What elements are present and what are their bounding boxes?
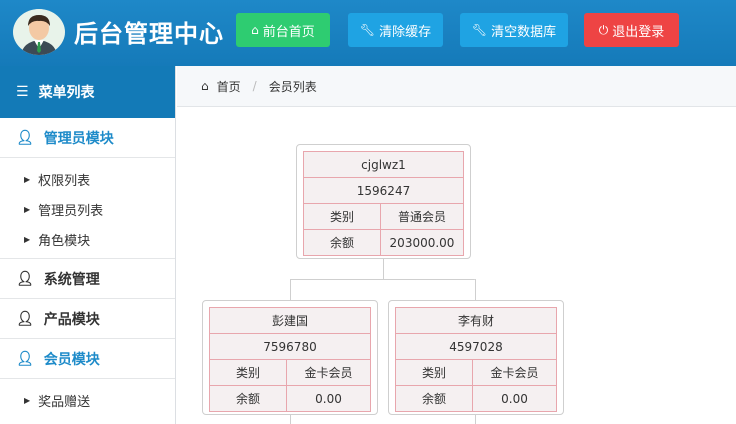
clear-database-label: 清空数据库	[491, 24, 557, 40]
tree-connector	[383, 259, 384, 279]
balance-value: 0.00	[286, 385, 371, 412]
logout-button[interactable]: ⏻ 退出登录	[584, 13, 679, 47]
tree-node-child[interactable]: 彭建国 7596780 类别 金卡会员 余额 0.00	[202, 300, 378, 415]
caret-right-icon: ▶	[24, 234, 31, 244]
sidebar-section-admin[interactable]: 👤︎ 管理员模块	[0, 118, 175, 158]
sidebar-section-label: 系统管理	[43, 271, 100, 288]
balance-label: 余额	[303, 229, 381, 256]
wrench-icon: 🔧︎	[471, 23, 488, 37]
sidebar-member-items: ▶ 奖品赠送	[0, 379, 175, 419]
type-label: 类别	[395, 359, 473, 386]
sidebar-item-roles[interactable]: ▶ 角色模块	[0, 224, 175, 254]
type-label: 类别	[303, 203, 381, 230]
sidebar-item-admins[interactable]: ▶ 管理员列表	[0, 194, 175, 224]
sidebar-item-label: 管理员列表	[38, 203, 104, 219]
sidebar-section-system[interactable]: 👤︎ 系统管理	[0, 259, 175, 299]
sidebar-item-label: 角色模块	[38, 233, 91, 249]
breadcrumb-separator: /	[252, 79, 257, 93]
sidebar-section-members[interactable]: 👤︎ 会员模块	[0, 339, 175, 379]
type-value: 金卡会员	[286, 359, 371, 386]
caret-right-icon: ▶	[24, 174, 31, 184]
type-value: 金卡会员	[472, 359, 557, 386]
breadcrumb: ⌂ 首页 / 会员列表	[177, 66, 736, 107]
sidebar-item-label: 权限列表	[38, 173, 91, 189]
home-icon: ⌂	[251, 23, 259, 37]
sidebar-section-label: 产品模块	[43, 311, 100, 328]
member-name: 彭建国	[209, 307, 371, 334]
frontend-home-label: 前台首页	[262, 24, 315, 40]
user-icon: 👤︎	[16, 350, 34, 367]
breadcrumb-current: 会员列表	[268, 79, 317, 94]
tree-connector	[290, 279, 475, 280]
wrench-icon: 🔧︎	[359, 23, 376, 37]
member-name: 李有财	[395, 307, 557, 334]
sidebar-section-label: 会员模块	[43, 351, 100, 368]
breadcrumb-home[interactable]: 首页	[217, 78, 241, 95]
sidebar-section-products[interactable]: 👤︎ 产品模块	[0, 299, 175, 339]
top-header: 后台管理中心 ⌂ 前台首页 🔧︎ 清除缓存 🔧︎ 清空数据库 ⏻ 退出登录	[0, 0, 736, 66]
sidebar-admin-items: ▶ 权限列表 ▶ 管理员列表 ▶ 角色模块	[0, 158, 175, 259]
caret-right-icon: ▶	[24, 204, 31, 214]
sidebar-section-label: 管理员模块	[43, 130, 114, 147]
clear-database-button[interactable]: 🔧︎ 清空数据库	[460, 13, 568, 47]
sidebar-item-prizes[interactable]: ▶ 奖品赠送	[0, 385, 175, 415]
type-label: 类别	[209, 359, 287, 386]
list-icon: ☰	[16, 84, 29, 100]
user-icon: 👤︎	[16, 270, 34, 287]
sidebar-header: ☰ 菜单列表	[0, 66, 175, 118]
tree-connector	[475, 414, 476, 424]
member-id: 4597028	[395, 333, 557, 360]
sidebar-item-permissions[interactable]: ▶ 权限列表	[0, 164, 175, 194]
member-card: 彭建国 7596780 类别 金卡会员 余额 0.00	[209, 307, 371, 412]
home-icon: ⌂	[201, 79, 209, 93]
logout-label: 退出登录	[612, 24, 665, 40]
member-name: cjglwz1	[303, 151, 464, 178]
clear-cache-label: 清除缓存	[379, 24, 432, 40]
sidebar-title: 菜单列表	[38, 85, 95, 101]
member-id: 7596780	[209, 333, 371, 360]
site-title: 后台管理中心	[74, 20, 224, 48]
user-icon: 👤︎	[16, 310, 34, 327]
balance-value: 203000.00	[380, 229, 464, 256]
sidebar: ☰ 菜单列表 👤︎ 管理员模块 ▶ 权限列表 ▶ 管理员列表 ▶ 角色模块 👤︎…	[0, 66, 176, 424]
caret-right-icon: ▶	[24, 395, 31, 405]
type-value: 普通会员	[380, 203, 464, 230]
member-id: 1596247	[303, 177, 464, 204]
member-card: cjglwz1 1596247 类别 普通会员 余额 203000.00	[303, 151, 464, 256]
tree-connector	[290, 414, 291, 424]
clear-cache-button[interactable]: 🔧︎ 清除缓存	[348, 13, 443, 47]
tree-node-child[interactable]: 李有财 4597028 类别 金卡会员 余额 0.00	[388, 300, 564, 415]
balance-label: 余额	[209, 385, 287, 412]
frontend-home-button[interactable]: ⌂ 前台首页	[236, 13, 330, 47]
tree-connector	[290, 279, 291, 300]
user-icon: 👤︎	[16, 129, 34, 146]
sidebar-item-label: 奖品赠送	[38, 394, 91, 410]
tree-node-root[interactable]: cjglwz1 1596247 类别 普通会员 余额 203000.00	[296, 144, 471, 259]
tree-connector	[475, 279, 476, 300]
member-card: 李有财 4597028 类别 金卡会员 余额 0.00	[395, 307, 557, 412]
balance-value: 0.00	[472, 385, 557, 412]
user-avatar-icon	[16, 9, 62, 55]
balance-label: 余额	[395, 385, 473, 412]
avatar[interactable]	[13, 9, 65, 55]
power-icon: ⏻	[598, 22, 609, 37]
